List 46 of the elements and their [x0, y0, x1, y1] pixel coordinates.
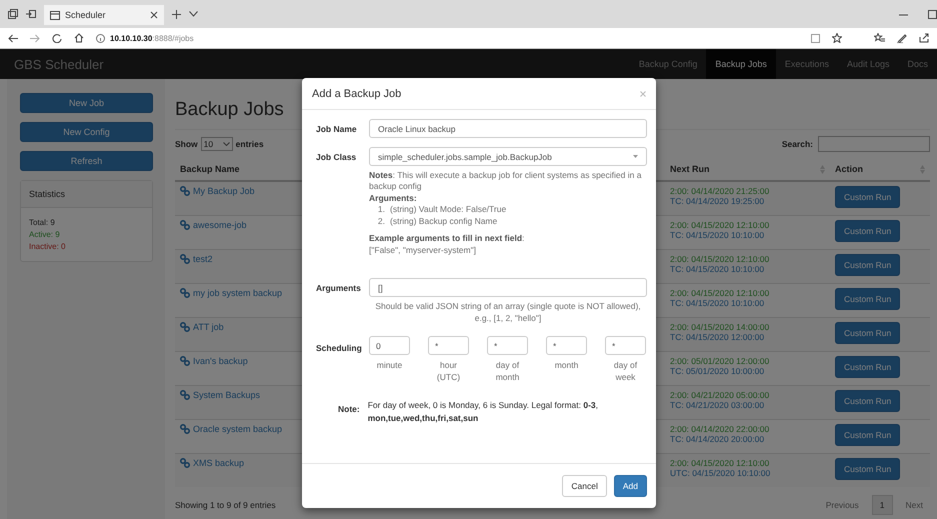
next-run-local: 2:00: 04/14/2020 22:00:00	[670, 424, 770, 434]
table-info: Showing 1 to 9 of 9 entries	[175, 500, 276, 510]
next-run-local: 2:00: 04/21/2020 05:00:00	[670, 390, 770, 400]
list-number: 2.	[377, 216, 385, 228]
schedule-label: day of week	[612, 360, 638, 384]
entries-label: entries	[236, 139, 264, 149]
schedule-label: day of month	[494, 360, 520, 384]
arguments-heading: Arguments:	[369, 192, 418, 204]
next-run-utc: TC: 04/14/2020 20:00:00	[670, 434, 766, 444]
list-number: 1.	[377, 204, 385, 216]
next-run-utc: TC: 04/15/2020 12:00:00	[670, 332, 766, 342]
example-value: ["False", "myserver-system"]	[369, 244, 477, 256]
active-count: Active: 9	[29, 230, 61, 239]
schedule-label: hour (UTC)	[436, 360, 462, 384]
search-label: Search:	[782, 139, 813, 149]
field-label: Arguments	[316, 282, 362, 294]
field-label: Scheduling	[316, 342, 363, 354]
next-run-local: 2:00: 04/15/2020 12:10:00	[670, 458, 770, 468]
next-run-utc: UTC: 04/15/2020 10:10:00	[670, 468, 772, 478]
next-run-utc: TC: 04/14/2020 19:25:00	[670, 196, 766, 206]
modal-title: Add a Backup Job	[312, 88, 402, 100]
next-run-utc: TC: 04/21/2020 03:00:00	[670, 400, 766, 410]
field-label: Job Class	[316, 151, 358, 162]
argument-item: (string) Vault Mode: False/True	[390, 204, 506, 216]
note-label: Note:	[338, 403, 360, 414]
next-run-local: 2:00: 04/15/2020 12:10:00	[670, 288, 770, 298]
next-run-local: 2:00: 04/15/2020 14:00:00	[670, 322, 770, 332]
schedule-label: minute	[376, 360, 402, 372]
next-run-utc: TC: 04/15/2020 10:10:00	[670, 264, 766, 274]
next-run-utc: TC: 04/15/2020 10:10:00	[670, 298, 766, 308]
next-run-utc: TC: 05/01/2020 10:00:00	[670, 366, 766, 376]
notes-text: Notes: This will execute a backup job for client systems as specified in a backup config	[369, 170, 642, 193]
inactive-count: Inactive: 0	[29, 242, 66, 251]
schedule-label: month	[554, 360, 578, 372]
total-count: Total: 9	[29, 218, 56, 227]
note-text: For day of week, 0 is Monday, 6 is Sunday. Legal format: 0-3, mon,tue,wed,thu,fri,sat,sun	[368, 399, 600, 425]
show-label: Show	[175, 139, 198, 149]
next-run-local: 2:00: 04/15/2020 12:10:00	[670, 220, 770, 230]
next-run-local: 2:00: 04/15/2020 12:10:00	[670, 254, 770, 264]
help-text: Should be valid JSON string of an array (single quote is NOT allowed), e.g., [1, 2, "hello"]	[374, 301, 642, 324]
next-run-utc: TC: 04/15/2020 10:10:00	[670, 230, 766, 240]
next-run-local: 2:00: 04/14/2020 21:25:00	[670, 186, 770, 196]
argument-item: (string) Backup config Name	[390, 216, 498, 228]
example-heading: Example arguments to fill in next field:	[369, 233, 526, 245]
panel-title: Statistics	[29, 189, 66, 199]
next-run-local: 2:00: 05/01/2020 12:00:00	[670, 356, 770, 366]
